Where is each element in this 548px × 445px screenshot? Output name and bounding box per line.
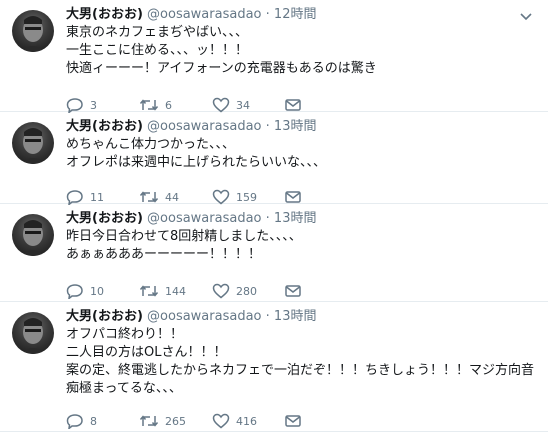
message-button[interactable] (285, 190, 301, 204)
tweet-line: 東京のネカフェまぢやばい、、、 (66, 25, 249, 40)
tweet-actions: 8 265 416 (66, 406, 508, 436)
separator: · (265, 211, 270, 226)
heart-icon (212, 97, 230, 113)
reply-icon (66, 284, 83, 299)
tweet-line: オフパコ終わり！！ (66, 327, 184, 342)
reply-icon (66, 414, 83, 429)
retweet-count: 265 (165, 414, 186, 428)
retweet-button[interactable]: 144 (139, 283, 212, 299)
envelope-icon (285, 415, 301, 427)
tweet-header: 大男(おおお) @oosawarasadao · 13時間 (66, 118, 508, 136)
tweet[interactable]: 大男(おおお) @oosawarasadao · 13時間 めちゃんこ体力つかっ… (0, 112, 548, 205)
reply-icon (66, 190, 83, 205)
tweet-line: 痴極まってるな、、、 (66, 381, 182, 396)
tweet-header: 大男(おおお) @oosawarasadao · 13時間 (66, 308, 508, 326)
avatar[interactable] (12, 214, 54, 256)
tweet-text: めちゃんこ体力つかった、、、 オフレポは来週中に上げられたらいいな、、、 (66, 136, 508, 172)
separator: · (265, 119, 270, 134)
separator: · (265, 7, 270, 22)
timeline: 大男(おおお) @oosawarasadao · 12時間 東京のネカフェまぢや… (0, 0, 548, 432)
retweet-icon (139, 191, 159, 203)
tweet-line: あぁぁあああーーーーー！！！！ (66, 247, 262, 262)
timestamp[interactable]: 13時間 (274, 309, 317, 324)
like-button[interactable]: 34 (212, 97, 285, 113)
tweet-text: オフパコ終わり！！ 二人目の方はOLさん！！！ 案の定、終電逃したからネカフェで… (66, 326, 535, 398)
separator: · (265, 309, 270, 324)
tweet-header: 大男(おおお) @oosawarasadao · 12時間 (66, 6, 508, 24)
timestamp[interactable]: 12時間 (274, 7, 317, 22)
avatar[interactable] (12, 122, 54, 164)
tweet-line: 快適ィーーー！アイフォーンの充電器もあるのは驚き (66, 61, 377, 76)
envelope-icon (285, 99, 301, 111)
avatar[interactable] (12, 10, 54, 52)
handle[interactable]: @oosawarasadao (147, 309, 261, 324)
message-button[interactable] (285, 414, 301, 428)
retweet-count: 6 (165, 98, 172, 112)
tweet-line: 案の定、終電逃したからネカフェで一泊だぞ！！！ちきしょう！！！マジ方向音 (66, 363, 535, 378)
tweet-text: 東京のネカフェまぢやばい、、、 一生ここに住める、、、ッ！！！ 快適ィーーー！ア… (66, 24, 508, 78)
heart-icon (212, 189, 230, 205)
handle[interactable]: @oosawarasadao (147, 119, 261, 134)
tweet-line: めちゃんこ体力つかった、、、 (66, 137, 236, 152)
like-count: 159 (236, 190, 257, 204)
retweet-count: 144 (165, 284, 186, 298)
reply-icon (66, 98, 83, 113)
retweet-icon (139, 415, 159, 427)
reply-count: 8 (90, 414, 97, 428)
display-name[interactable]: 大男(おおお) (66, 211, 143, 226)
tweet-line: 二人目の方はOLさん！！！ (66, 345, 227, 360)
retweet-count: 44 (165, 190, 179, 204)
retweet-button[interactable]: 6 (139, 97, 212, 113)
reply-button[interactable]: 11 (66, 189, 139, 205)
display-name[interactable]: 大男(おおお) (66, 7, 143, 22)
tweet-line: 昨日今日合わせて8回射精しました、、、、 (66, 229, 302, 244)
reply-button[interactable]: 8 (66, 413, 139, 429)
avatar[interactable] (12, 312, 54, 354)
like-button[interactable]: 159 (212, 189, 285, 205)
message-button[interactable] (285, 284, 301, 298)
like-count: 280 (236, 284, 257, 298)
reply-count: 10 (90, 284, 104, 298)
display-name[interactable]: 大男(おおお) (66, 309, 143, 324)
tweet-text: 昨日今日合わせて8回射精しました、、、、 あぁぁあああーーーーー！！！！ (66, 228, 508, 264)
tweet-line: オフレポは来週中に上げられたらいいな、、、 (66, 155, 327, 170)
like-button[interactable]: 416 (212, 413, 285, 429)
handle[interactable]: @oosawarasadao (147, 211, 261, 226)
tweet[interactable]: 大男(おおお) @oosawarasadao · 13時間 昨日今日合わせて8回… (0, 204, 548, 302)
retweet-button[interactable]: 265 (139, 413, 212, 429)
reply-count: 3 (90, 98, 97, 112)
like-count: 416 (236, 414, 257, 428)
tweet-header: 大男(おおお) @oosawarasadao · 13時間 (66, 210, 508, 228)
tweet-line: 一生ここに住める、、、ッ！！！ (66, 43, 249, 58)
envelope-icon (285, 285, 301, 297)
retweet-button[interactable]: 44 (139, 189, 212, 205)
reply-count: 11 (90, 190, 104, 204)
reply-button[interactable]: 3 (66, 97, 139, 113)
tweet[interactable]: 大男(おおお) @oosawarasadao · 12時間 東京のネカフェまぢや… (0, 0, 548, 113)
reply-button[interactable]: 10 (66, 283, 139, 299)
timestamp[interactable]: 13時間 (274, 119, 317, 134)
heart-icon (212, 283, 230, 299)
retweet-icon (139, 285, 159, 297)
tweet[interactable]: 大男(おおお) @oosawarasadao · 13時間 オフパコ終わり！！ … (0, 302, 548, 432)
retweet-icon (139, 99, 159, 111)
message-button[interactable] (285, 98, 301, 112)
display-name[interactable]: 大男(おおお) (66, 119, 143, 134)
envelope-icon (285, 191, 301, 203)
like-count: 34 (236, 98, 250, 112)
chevron-down-icon[interactable] (518, 8, 534, 24)
handle[interactable]: @oosawarasadao (147, 7, 261, 22)
like-button[interactable]: 280 (212, 283, 285, 299)
timestamp[interactable]: 13時間 (274, 211, 317, 226)
heart-icon (212, 413, 230, 429)
